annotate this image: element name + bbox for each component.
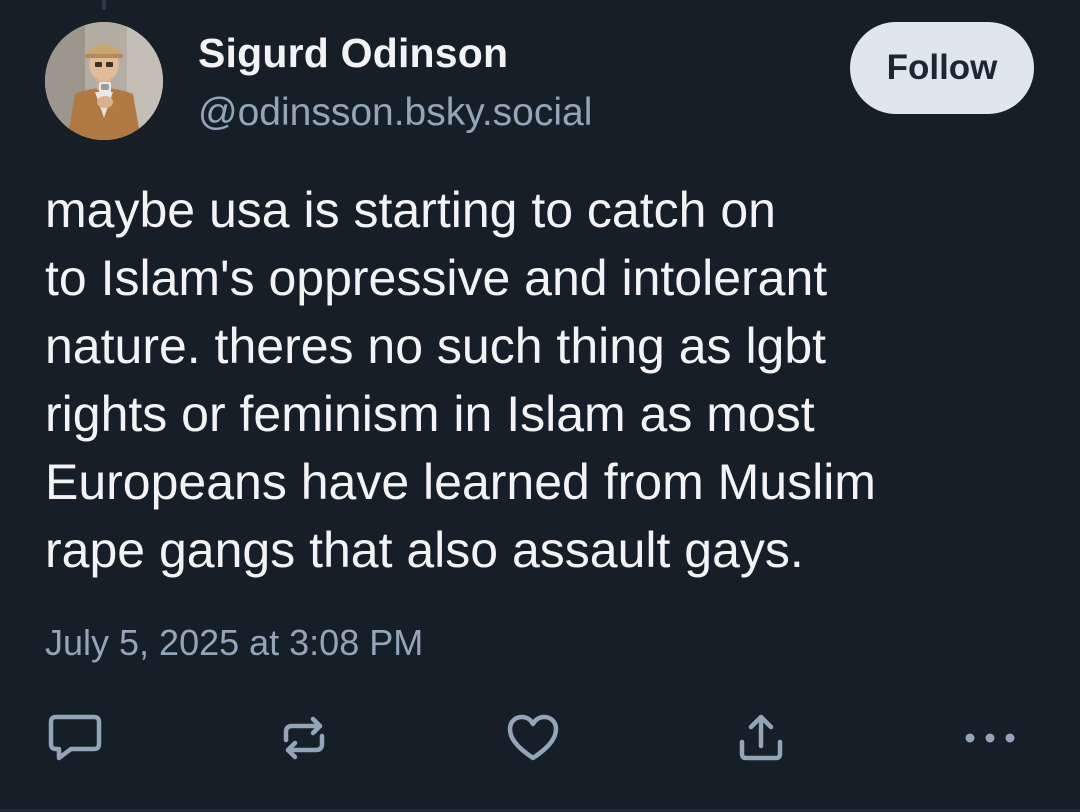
reply-button[interactable]: [45, 710, 105, 766]
post-text-line: maybe usa is starting to catch on: [45, 182, 776, 238]
repost-arrows-icon: [283, 716, 325, 760]
author-handle[interactable]: @odinsson.bsky.social: [198, 88, 592, 138]
ellipsis-icon: [965, 733, 1015, 743]
post-text-line: rape gangs that also assault gays.: [45, 522, 804, 578]
post-timestamp[interactable]: July 5, 2025 at 3:08 PM: [45, 620, 423, 666]
avatar[interactable]: [45, 22, 163, 140]
share-button[interactable]: [731, 710, 791, 766]
avatar-photo: [45, 22, 163, 140]
post-text-line: rights or feminism in Islam as most: [45, 386, 815, 442]
heart-icon: [507, 714, 559, 761]
post-text-line: to Islam's oppressive and intolerant: [45, 250, 828, 306]
speech-bubble-icon: [48, 714, 102, 761]
post-text-line: nature. theres no such thing as lgbt: [45, 318, 827, 374]
more-options-button[interactable]: [960, 710, 1020, 766]
post-text: maybe usa is starting to catch on to Isl…: [45, 176, 1035, 584]
follow-button[interactable]: Follow: [850, 22, 1034, 114]
author-display-name[interactable]: Sigurd Odinson: [198, 28, 508, 78]
thread-connector-line: [102, 0, 106, 10]
post-text-line: Europeans have learned from Muslim: [45, 454, 876, 510]
repost-button[interactable]: [274, 710, 334, 766]
share-upload-icon: [739, 714, 783, 761]
like-button[interactable]: [503, 710, 563, 766]
